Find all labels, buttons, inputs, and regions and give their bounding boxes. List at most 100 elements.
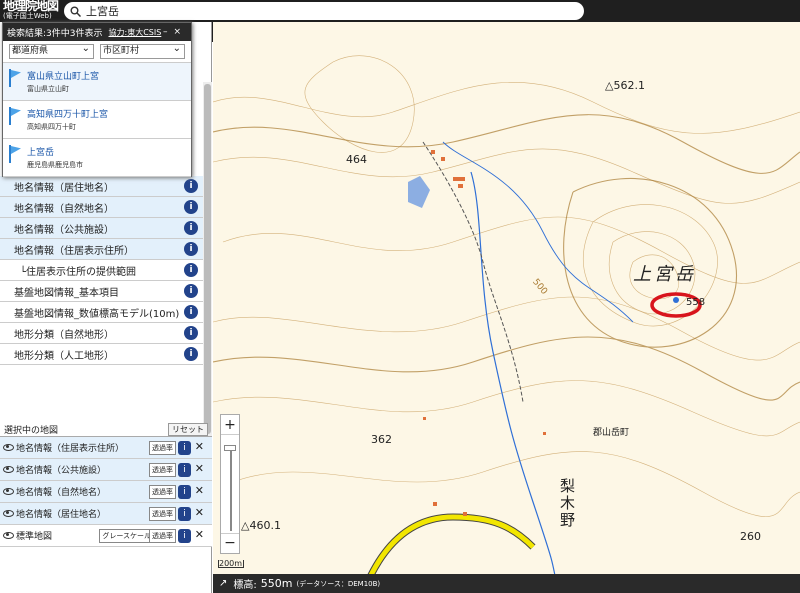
info-icon[interactable]: i — [184, 284, 198, 298]
selected-layer-label: 地名情報（住居表示住所） — [16, 444, 125, 454]
layer-list-label: └住居表示住所の提供範囲 — [20, 266, 137, 278]
map-canvas[interactable]: 上宮岳 558 △562.1 464 362 △460.1 260 梨木野 郡山… — [213, 22, 800, 593]
info-icon[interactable]: i — [184, 326, 198, 340]
info-icon[interactable]: i — [178, 529, 191, 543]
remove-icon[interactable]: ✕ — [195, 506, 204, 519]
reset-button[interactable]: リセット — [168, 422, 208, 436]
result-address: 鹿児島県鹿児島市 — [27, 161, 83, 169]
minimize-icon[interactable]: – — [163, 27, 174, 37]
layer-list-item[interactable]: 地名情報（公共施設） i — [0, 218, 203, 239]
selected-layer-row[interactable]: 地名情報（公共施設） 透過率 i ✕ — [0, 459, 212, 481]
peak-marker[interactable] — [673, 297, 679, 303]
layer-list-item[interactable]: 基盤地図情報_数値標高モデル(10m) i — [0, 302, 203, 323]
info-icon[interactable]: i — [178, 485, 191, 499]
layer-list-label: 基盤地図情報_基本項目 — [14, 287, 119, 299]
peak-label: 上宮岳 — [633, 264, 696, 285]
eye-icon[interactable] — [3, 466, 14, 473]
logo-title: 地理院地図 — [3, 0, 59, 13]
selected-layer-label: 地名情報（自然地名） — [16, 488, 107, 498]
result-name[interactable]: 上宮岳 — [27, 145, 83, 158]
flag-icon — [7, 69, 23, 89]
close-icon[interactable]: × — [173, 27, 187, 37]
selected-layer-label: 地名情報（公共施設） — [16, 466, 107, 476]
info-icon[interactable]: i — [184, 242, 198, 256]
eye-icon[interactable] — [3, 510, 14, 517]
eye-icon[interactable] — [3, 532, 14, 539]
info-icon[interactable]: i — [178, 441, 191, 455]
selected-title: 選択中の地図 — [4, 425, 59, 436]
layer-list-label: 地名情報（住居表示住所） — [14, 245, 134, 257]
layer-list-item[interactable]: 基盤地図情報_基本項目 i — [0, 281, 203, 302]
search-result-item[interactable]: 富山県立山町上宮 富山県立山町 — [3, 63, 191, 101]
result-name[interactable]: 高知県四万十町上宮 — [27, 107, 108, 120]
grayscale-button[interactable]: グレースケール — [99, 529, 154, 543]
layer-list-label: 地形分類（人工地形） — [14, 350, 114, 362]
peak-elevation: 558 — [686, 297, 706, 308]
info-icon[interactable]: i — [184, 347, 198, 361]
scale-bar: 200m — [218, 559, 244, 568]
eye-icon[interactable] — [3, 488, 14, 495]
city-select[interactable]: 市区町村 — [100, 42, 185, 59]
layer-list-item[interactable]: 地名情報（居住地名） i — [0, 176, 203, 197]
selected-layer-row[interactable]: 地名情報（自然地名） 透過率 i ✕ — [0, 481, 212, 503]
zoom-slider-handle[interactable] — [224, 445, 236, 451]
popup-header: 検索結果:3件中3件表示 協力:東大CSIS –× — [3, 23, 191, 41]
selected-layer-row[interactable]: 地名情報（居住地名） 透過率 i ✕ — [0, 503, 212, 525]
eye-icon[interactable] — [3, 444, 14, 451]
transparency-button[interactable]: 透過率 — [149, 507, 176, 521]
elevation-label: △562.1 — [605, 79, 645, 92]
info-icon[interactable]: i — [184, 200, 198, 214]
search-results-popup: 検索結果:3件中3件表示 協力:東大CSIS –× 都道府県 市区町村 富山県立… — [2, 22, 192, 177]
layer-list-item[interactable]: 地名情報（自然地名） i — [0, 197, 203, 218]
remove-icon[interactable]: ✕ — [195, 440, 204, 453]
zoom-slider-track[interactable] — [230, 449, 232, 531]
topographic-map — [213, 55, 800, 593]
transparency-button[interactable]: 透過率 — [149, 463, 176, 477]
search-input[interactable]: 上宮岳 — [64, 2, 584, 20]
transparency-button[interactable]: 透過率 — [149, 441, 176, 455]
expand-arrow-icon[interactable]: ↗ — [219, 578, 227, 589]
selected-layer-label: 地名情報（居住地名） — [16, 510, 107, 520]
info-icon[interactable]: i — [184, 305, 198, 319]
remove-icon[interactable]: ✕ — [195, 462, 204, 475]
popup-title: 検索結果:3件中3件表示 — [7, 28, 103, 39]
layer-list-label: 地名情報（公共施設） — [14, 224, 114, 236]
selected-layers-panel: 選択中の地図 リセット 地名情報（住居表示住所） 透過率 i ✕ 地名情報（公共施設）透… — [0, 422, 212, 547]
elevation-label: 464 — [346, 153, 367, 166]
remove-icon[interactable]: ✕ — [195, 484, 204, 497]
info-icon[interactable]: i — [184, 179, 198, 193]
logo[interactable]: 地理院地図 (電子国土Web) — [0, 0, 62, 21]
elevation-label: 362 — [371, 433, 392, 446]
info-icon[interactable]: i — [178, 463, 191, 477]
layer-list-item[interactable]: └住居表示住所の提供範囲 i — [0, 260, 203, 281]
info-icon[interactable]: i — [184, 263, 198, 277]
info-icon[interactable]: i — [184, 221, 198, 235]
layer-list-item[interactable]: 地名情報（住居表示住所） i — [0, 239, 203, 260]
layer-list-label: 地名情報（自然地名） — [14, 203, 114, 215]
search-icon — [70, 6, 81, 17]
search-result-item[interactable]: 高知県四万十町上宮 高知県四万十町 — [3, 101, 191, 139]
layer-list-item[interactable]: 地形分類（人工地形） i — [0, 344, 203, 365]
elevation-label-text: 標高: — [233, 580, 257, 591]
result-name[interactable]: 富山県立山町上宮 — [27, 69, 99, 82]
layer-list-item[interactable]: 地形分類（自然地形） i — [0, 323, 203, 344]
layer-list-label: 地名情報（居住地名） — [14, 182, 114, 194]
elevation-value: 550m — [260, 577, 293, 590]
flag-icon — [7, 107, 23, 127]
csis-link[interactable]: 協力:東大CSIS — [109, 27, 162, 38]
zoom-in-button[interactable]: + — [221, 415, 239, 435]
layer-list-scrollbar[interactable] — [203, 82, 212, 442]
remove-icon[interactable]: ✕ — [195, 528, 204, 541]
zoom-out-button[interactable]: − — [221, 533, 239, 553]
transparency-button[interactable]: 透過率 — [149, 485, 176, 499]
transparency-button[interactable]: 透過率 — [149, 529, 176, 543]
selected-layer-row[interactable]: 標準地図 グレースケール 透過率 i ✕ — [0, 525, 212, 547]
elevation-label: 260 — [740, 530, 761, 543]
info-icon[interactable]: i — [178, 507, 191, 521]
layer-list-label: 地形分類（自然地形） — [14, 329, 114, 341]
selected-layer-row[interactable]: 地名情報（住居表示住所） 透過率 i ✕ — [0, 437, 212, 459]
search-result-item[interactable]: 上宮岳鹿児島県鹿児島市 — [3, 139, 191, 177]
flag-icon — [7, 145, 23, 165]
search-query: 上宮岳 — [86, 5, 119, 18]
prefecture-select[interactable]: 都道府県 — [9, 42, 94, 59]
